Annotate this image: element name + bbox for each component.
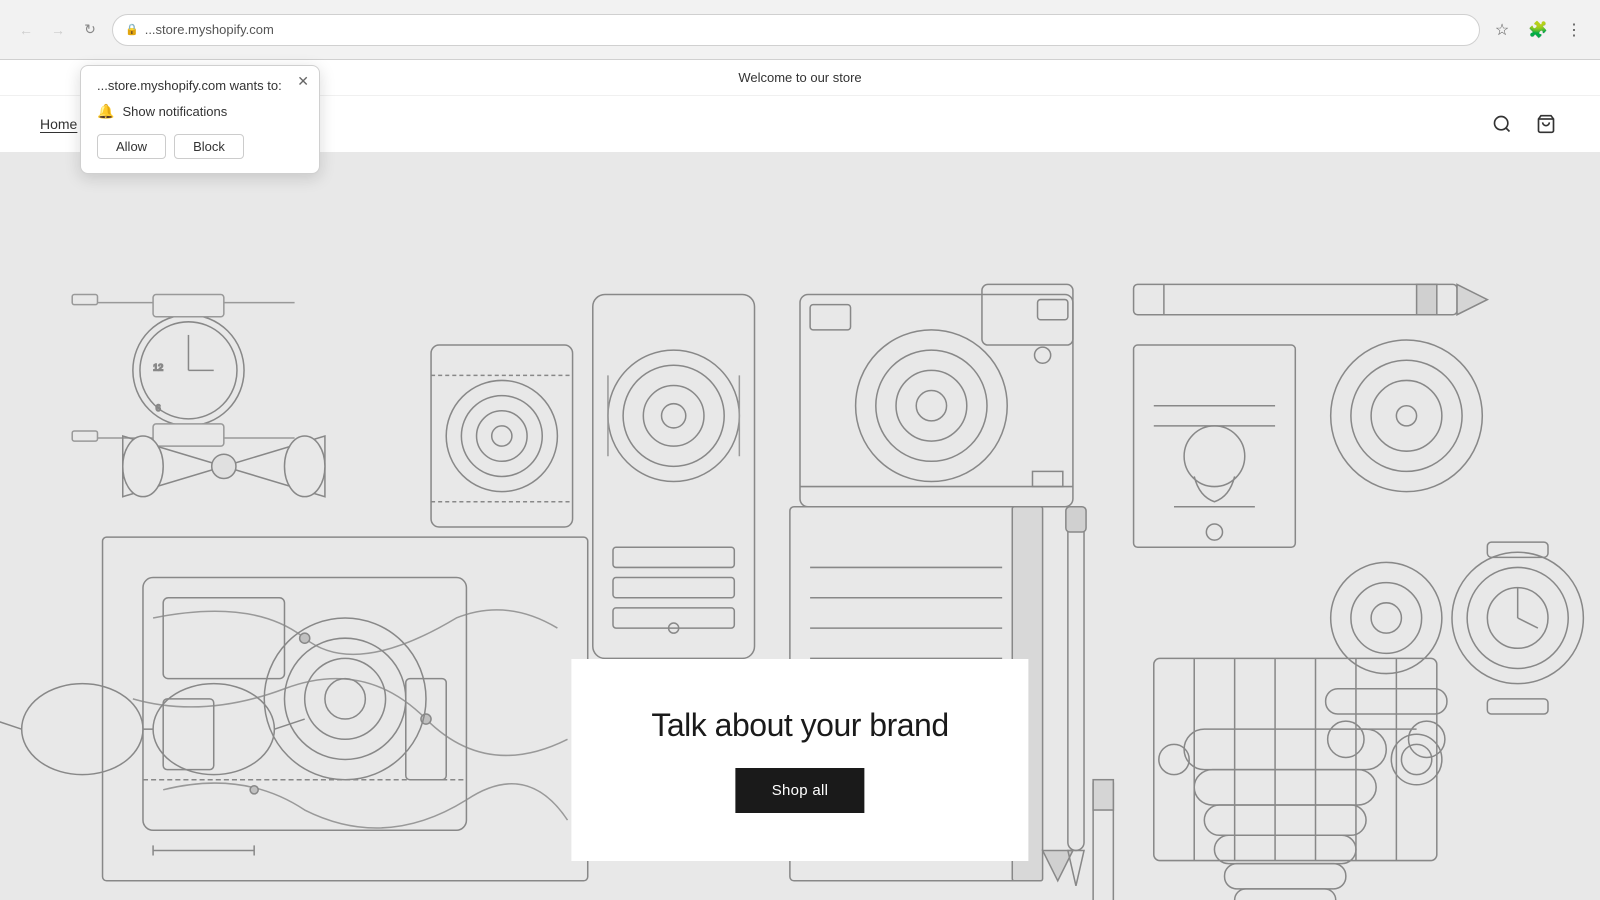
cart-button[interactable] — [1532, 110, 1560, 138]
popup-buttons: Allow Block — [97, 134, 303, 159]
browser-chrome: ← → ↻ 🔒 ...store.myshopify.com ☆ 🧩 ⋮ — [0, 0, 1600, 60]
browser-actions: ☆ 🧩 ⋮ — [1488, 16, 1588, 44]
search-button[interactable] — [1488, 110, 1516, 138]
announcement-text: Welcome to our store — [738, 70, 861, 85]
bell-icon: 🔔 — [97, 103, 114, 120]
nav-icons — [1488, 110, 1560, 138]
hero-card: Talk about your brand Shop all — [571, 659, 1028, 861]
nav-home[interactable]: Home — [40, 116, 77, 132]
address-bar[interactable]: 🔒 ...store.myshopify.com — [112, 14, 1480, 46]
permission-text: Show notifications — [122, 104, 227, 119]
search-icon — [1492, 114, 1512, 134]
extensions-button[interactable]: 🧩 — [1524, 16, 1552, 44]
reload-button[interactable]: ↻ — [76, 16, 104, 44]
website-content: Welcome to our store Home Products Conta… — [0, 60, 1600, 900]
notification-popup: ✕ ...store.myshopify.com wants to: 🔔 Sho… — [80, 65, 320, 174]
forward-button[interactable]: → — [44, 16, 72, 44]
bookmark-button[interactable]: ☆ — [1488, 16, 1516, 44]
address-text: ...store.myshopify.com — [145, 22, 274, 37]
allow-button[interactable]: Allow — [97, 134, 166, 159]
back-button[interactable]: ← — [12, 16, 40, 44]
popup-close-button[interactable]: ✕ — [297, 74, 309, 88]
shop-all-button[interactable]: Shop all — [736, 768, 865, 813]
popup-title: ...store.myshopify.com wants to: — [97, 78, 303, 93]
svg-text:6: 6 — [156, 403, 161, 413]
nav-buttons: ← → ↻ — [12, 16, 104, 44]
lock-icon: 🔒 — [125, 23, 139, 36]
hero-section: 12 6 — [0, 153, 1600, 900]
menu-button[interactable]: ⋮ — [1560, 16, 1588, 44]
hero-title: Talk about your brand — [651, 707, 948, 744]
svg-text:12: 12 — [153, 362, 163, 372]
popup-permission-row: 🔔 Show notifications — [97, 103, 303, 120]
block-button[interactable]: Block — [174, 134, 244, 159]
cart-icon — [1536, 114, 1556, 134]
